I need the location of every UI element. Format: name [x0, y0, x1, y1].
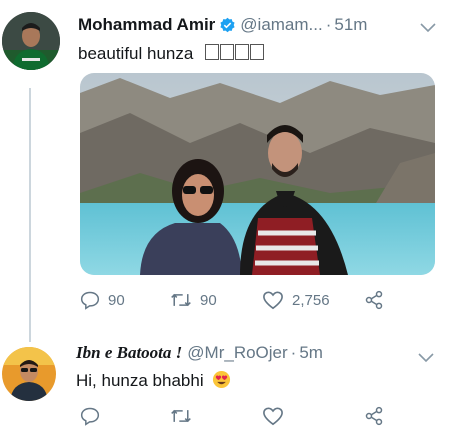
verified-badge-icon [219, 17, 236, 34]
reply-button[interactable]: 90 [80, 290, 170, 310]
reply-actions [80, 406, 384, 426]
reply-author-avatar[interactable] [2, 347, 56, 401]
heart-eyes-emoji-icon [212, 370, 231, 394]
reply-chevron-down-icon[interactable] [418, 350, 434, 368]
heart-icon [263, 291, 283, 310]
author-name[interactable]: Mohammad Amir [78, 15, 215, 35]
like-button[interactable]: 2,756 [262, 290, 364, 310]
reply-share-button[interactable] [364, 406, 384, 426]
reply-retweet-button[interactable] [170, 406, 262, 426]
reply-author-name[interactable]: Ibn e Batoota ! [76, 343, 182, 363]
main-tweet[interactable]: Mohammad Amir @iamam... · 51m beautiful … [0, 0, 450, 342]
retweet-count: 90 [200, 291, 217, 309]
reply-icon [80, 291, 100, 310]
reply-tweet[interactable]: Ibn e Batoota ! @Mr_RoOjer · 5m Hi, hunz… [0, 330, 450, 440]
reply-like-button[interactable] [262, 406, 364, 426]
reply-timestamp[interactable]: 5m [299, 343, 323, 363]
reply-reply-button[interactable] [80, 406, 170, 426]
author-handle[interactable]: @iamam... [240, 15, 322, 35]
timestamp[interactable]: 51m [334, 15, 367, 35]
retweet-icon [171, 293, 191, 307]
tweet-text-body: beautiful hunza [78, 44, 194, 63]
tweet-actions: 90 90 2,756 [80, 290, 384, 310]
chevron-down-icon[interactable] [420, 20, 436, 38]
thread-line [29, 88, 31, 342]
heart-icon [263, 407, 283, 426]
separator-dot: · [325, 15, 332, 34]
avatar-photo [2, 12, 60, 70]
emoji-placeholder-icon [204, 44, 265, 63]
reply-header: Ibn e Batoota ! @Mr_RoOjer · 5m [76, 343, 323, 363]
tweet-photo[interactable] [80, 73, 435, 275]
reply-author-handle[interactable]: @Mr_RoOjer [187, 343, 287, 363]
share-button[interactable] [364, 290, 384, 310]
share-icon [365, 290, 383, 310]
reply-text-body: Hi, hunza bhabhi [76, 371, 204, 390]
photo-couple-at-lake [80, 73, 435, 275]
retweet-icon [171, 409, 191, 423]
reply-text: Hi, hunza bhabhi [76, 370, 231, 394]
reply-avatar-photo [2, 347, 56, 401]
share-icon [365, 406, 383, 426]
tweet-text: beautiful hunza [78, 44, 265, 64]
like-count: 2,756 [292, 291, 330, 309]
author-avatar[interactable] [2, 12, 60, 70]
reply-icon [80, 407, 100, 426]
retweet-button[interactable]: 90 [170, 290, 262, 310]
reply-separator-dot: · [290, 343, 297, 362]
reply-count: 90 [108, 291, 125, 309]
tweet-header: Mohammad Amir @iamam... · 51m [78, 15, 367, 35]
